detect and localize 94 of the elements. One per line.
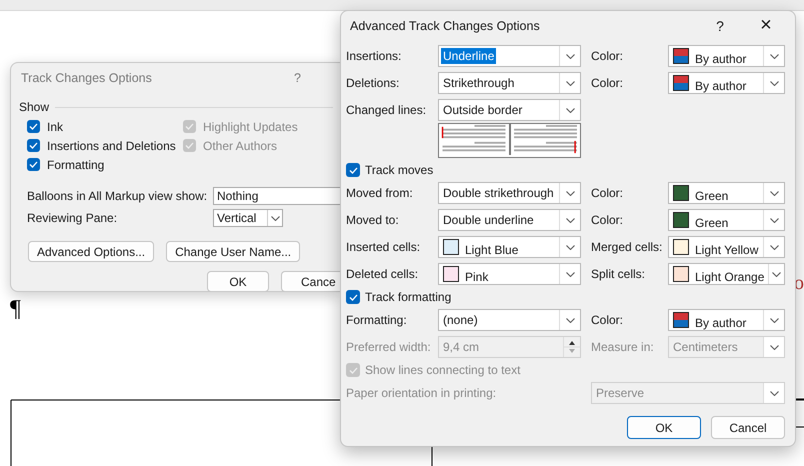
dropdown[interactable]: Nothing — [213, 187, 341, 205]
field-label: Balloons in All Markup view show: — [27, 189, 208, 203]
checkbox-label: Formatting — [47, 158, 104, 172]
page-lines-drawing — [511, 124, 580, 155]
field-label: Color: — [591, 213, 624, 227]
dropdown[interactable]: Double underline — [438, 209, 581, 231]
chevron-down-icon — [566, 80, 574, 86]
checkmark-icon — [348, 366, 358, 374]
dialog-button[interactable]: Advanced Options... — [28, 241, 154, 262]
checkmark-icon — [29, 123, 38, 130]
checkmark-icon — [348, 166, 358, 174]
field-label: Measure in: — [591, 340, 655, 354]
checkbox-label: Track moves — [365, 163, 434, 177]
dropdown[interactable]: Double strikethrough — [438, 182, 581, 204]
dropdown[interactable]: Light Orange — [668, 263, 785, 285]
chevron-down-icon — [772, 272, 782, 276]
chevron-down-icon — [566, 190, 574, 196]
checkbox-label: Other Authors — [203, 138, 278, 152]
chevron-down-icon — [770, 218, 778, 222]
cancel-button[interactable]: Cancel — [711, 416, 785, 439]
field-label: Changed lines: — [346, 103, 428, 117]
field-label: Preferred width: — [346, 340, 432, 354]
checkmark-icon — [29, 142, 38, 149]
checkmark-icon — [29, 161, 38, 168]
dropdown[interactable]: Green — [668, 182, 785, 204]
ok-button[interactable]: OK — [207, 271, 269, 291]
field-label: Moved from: — [346, 186, 414, 200]
checkmark-icon — [185, 142, 194, 149]
field-label: Insertions: — [346, 49, 402, 63]
dropdown[interactable]: Strikethrough — [438, 72, 581, 94]
field-label: Merged cells: — [591, 240, 664, 254]
checkbox[interactable] — [27, 158, 40, 171]
cancel-button[interactable]: Cance — [281, 271, 341, 291]
close-button[interactable]: × — [743, 14, 789, 37]
checkmark-icon — [348, 294, 358, 300]
dropdown[interactable]: By author — [668, 309, 785, 331]
color-swatch — [673, 75, 689, 91]
dropdown[interactable]: Vertical — [213, 209, 283, 227]
checkbox[interactable] — [346, 163, 360, 177]
checkbox[interactable] — [346, 290, 360, 304]
dropdown[interactable]: Green — [668, 209, 785, 231]
dropdown[interactable]: Light Blue — [438, 236, 581, 258]
chevron-down-icon — [770, 190, 778, 196]
chevron-down-icon — [770, 80, 778, 86]
color-swatch — [673, 312, 689, 328]
dialog-title: Advanced Track Changes Options — [350, 18, 541, 32]
ok-button[interactable]: OK — [627, 416, 701, 439]
dropdown[interactable]: Pink — [438, 263, 581, 285]
chevron-down-icon — [770, 244, 778, 250]
field-label: Reviewing Pane: — [27, 211, 118, 225]
dropdown[interactable]: (none) — [438, 309, 581, 331]
chevron-down-icon — [770, 390, 778, 396]
field-label: Deletions: — [346, 76, 400, 90]
help-button[interactable]: ? — [697, 18, 743, 34]
field-label: Deleted cells: — [346, 267, 420, 281]
dropdown[interactable]: Light Yellow — [668, 236, 785, 258]
chevron-down-icon — [566, 244, 574, 250]
help-button[interactable]: ? — [294, 71, 301, 93]
field-label: Moved to: — [346, 213, 400, 227]
checkbox-label: Insertions and Deletions — [47, 138, 176, 152]
paragraph-mark: ¶ — [10, 296, 21, 323]
field-label: Color: — [591, 186, 624, 200]
checkmark-icon — [185, 123, 194, 130]
field-label: Paper orientation in printing: — [346, 386, 498, 400]
checkbox-label: Ink — [47, 120, 64, 134]
checkbox-label: Highlight Updates — [203, 120, 298, 134]
field-label: Color: — [591, 76, 624, 90]
checkbox[interactable] — [27, 139, 40, 152]
chevron-down-icon — [270, 216, 280, 220]
dropdown[interactable]: Underline — [438, 45, 581, 67]
checkbox[interactable] — [27, 120, 40, 133]
dialog-button[interactable]: Change User Name... — [166, 241, 300, 262]
dropdown[interactable]: By author — [668, 45, 785, 67]
chevron-down-icon — [566, 272, 574, 276]
checkbox-label: Track formatting — [365, 290, 452, 304]
field-label: Inserted cells: — [346, 240, 422, 254]
color-swatch — [673, 48, 689, 64]
chevron-down-icon — [770, 344, 778, 350]
dialog-title: Track Changes Options — [21, 71, 152, 87]
chevron-down-icon — [566, 218, 574, 222]
dropdown[interactable]: Outside border — [438, 99, 581, 121]
chevron-down-icon — [566, 318, 574, 322]
chevron-down-icon — [770, 54, 778, 58]
chevron-down-icon — [566, 54, 574, 58]
field-label: Color: — [591, 49, 624, 63]
field-label: Color: — [591, 313, 624, 327]
dropdown[interactable]: By author — [668, 72, 785, 94]
field-label: Split cells: — [591, 267, 646, 281]
group-label: Show — [19, 100, 50, 114]
chevron-down-icon — [566, 108, 574, 112]
chevron-down-icon — [770, 318, 778, 322]
spin-arrows-icon[interactable] — [563, 337, 580, 357]
checkbox-label: Show lines connecting to text — [365, 363, 520, 377]
field-label: Formatting: — [346, 313, 408, 327]
